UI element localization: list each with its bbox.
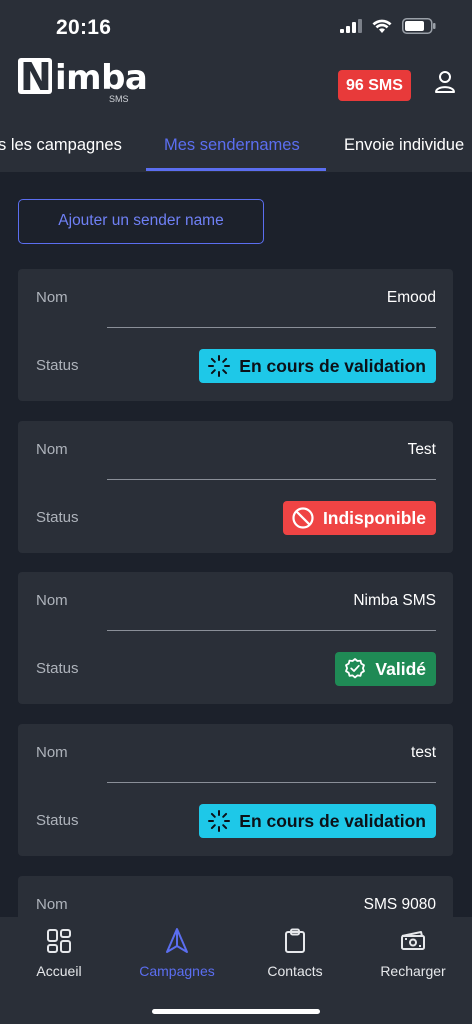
status-badge-unavailable: Indisponible xyxy=(282,501,436,535)
status-text: En cours de validation xyxy=(239,810,426,831)
name-label: Nom xyxy=(36,744,68,761)
money-icon xyxy=(401,931,425,950)
status-text: Indisponible xyxy=(322,507,426,528)
status-bar: 20:16 xyxy=(0,0,472,52)
name-label: Nom xyxy=(36,592,68,609)
active-tab-indicator xyxy=(146,168,326,171)
status-label: Status xyxy=(36,509,79,526)
card-divider xyxy=(107,782,436,783)
sender-card[interactable]: Nom test Status En cours de validation xyxy=(18,724,453,856)
sender-name: Nimba SMS xyxy=(353,592,436,609)
signal-icon xyxy=(340,19,362,33)
card-divider xyxy=(107,479,436,480)
status-text: Validé xyxy=(375,658,426,679)
user-icon[interactable] xyxy=(434,70,456,94)
card-divider xyxy=(107,630,436,631)
battery-icon xyxy=(402,18,436,34)
sender-name: test xyxy=(411,744,436,761)
nav-item-contacts[interactable]: Contacts xyxy=(236,927,354,979)
campaign-tabs: s les campagnes Mes sendernames Envoie i… xyxy=(0,116,472,172)
home-indicator[interactable] xyxy=(152,1009,320,1014)
logo-text: imba xyxy=(55,58,148,98)
nimba-logo[interactable]: N imba SMS xyxy=(18,55,148,106)
prohibited-icon xyxy=(292,507,314,529)
status-icons xyxy=(340,18,436,34)
sender-card[interactable]: Nom Test Status Indisponible xyxy=(18,421,453,553)
wifi-icon xyxy=(372,19,392,33)
name-label: Nom xyxy=(36,441,68,458)
navigation-arrow-icon xyxy=(166,928,188,953)
nav-item-campagnes[interactable]: Campagnes xyxy=(118,927,236,979)
loading-icon xyxy=(208,355,231,377)
clipboard-icon xyxy=(285,928,305,953)
name-label: Nom xyxy=(36,289,68,306)
sender-card[interactable]: Nom Emood Status En cours de validation xyxy=(18,269,453,401)
status-label: Status xyxy=(36,660,79,677)
nav-label: Accueil xyxy=(36,963,82,979)
bottom-navigation: Accueil Campagnes Contacts Recharger xyxy=(0,917,472,1024)
name-label: Nom xyxy=(36,896,68,913)
logo-sub: SMS xyxy=(109,94,129,104)
status-label: Status xyxy=(36,812,79,829)
nav-item-accueil[interactable]: Accueil xyxy=(0,927,118,979)
add-sender-name-button[interactable]: Ajouter un sender name xyxy=(18,199,264,244)
verified-badge-icon xyxy=(345,658,366,679)
sender-card[interactable]: Nom Nimba SMS Status Validé xyxy=(18,572,453,704)
sender-name: Test xyxy=(407,441,436,458)
nav-label: Recharger xyxy=(380,963,446,979)
sender-name: Emood xyxy=(386,289,436,306)
nav-item-recharger[interactable]: Recharger xyxy=(354,927,472,979)
tab-my-sendernames[interactable]: Mes sendernames xyxy=(164,136,300,155)
nav-label: Campagnes xyxy=(139,963,215,979)
tab-individual-send[interactable]: Envoie individue xyxy=(344,136,464,155)
status-time: 20:16 xyxy=(56,16,112,39)
status-label: Status xyxy=(36,357,79,374)
status-badge-valid: Validé xyxy=(335,652,436,686)
nav-label: Contacts xyxy=(267,963,323,979)
status-text: En cours de validation xyxy=(239,355,426,376)
status-badge-pending: En cours de validation xyxy=(199,804,436,838)
card-divider xyxy=(107,327,436,328)
tab-all-campaigns[interactable]: s les campagnes xyxy=(0,136,122,155)
status-badge-pending: En cours de validation xyxy=(199,349,436,383)
loading-icon xyxy=(208,810,231,832)
app-header: N imba SMS 96 SMS xyxy=(0,52,472,116)
sms-balance-badge[interactable]: 96 SMS xyxy=(338,70,411,101)
logo-mark: N xyxy=(18,55,52,99)
grid-icon xyxy=(47,929,71,953)
sender-name: SMS 9080 xyxy=(363,896,436,913)
